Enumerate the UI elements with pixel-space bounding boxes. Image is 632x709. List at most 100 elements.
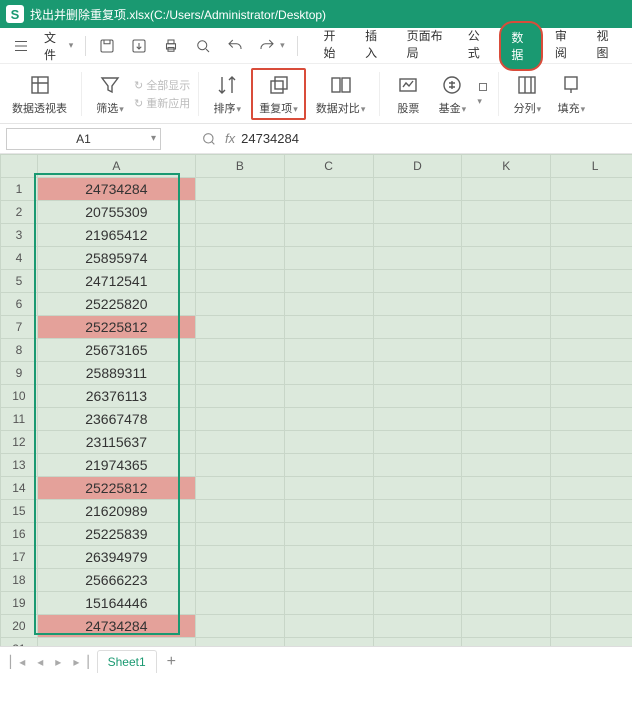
cell[interactable] <box>551 569 632 592</box>
cell[interactable]: 24734284 <box>37 178 195 201</box>
row-header[interactable]: 19 <box>1 592 38 615</box>
cell[interactable] <box>284 316 373 339</box>
cell[interactable]: 26376113 <box>37 385 195 408</box>
cell[interactable] <box>195 362 284 385</box>
cell[interactable]: 25666223 <box>37 569 195 592</box>
cell[interactable] <box>195 178 284 201</box>
cell[interactable] <box>373 339 462 362</box>
cell[interactable] <box>373 523 462 546</box>
cell[interactable] <box>551 362 632 385</box>
cell[interactable] <box>462 201 551 224</box>
cell[interactable] <box>551 247 632 270</box>
row-header[interactable]: 7 <box>1 316 38 339</box>
cell[interactable] <box>462 270 551 293</box>
col-header-L[interactable]: L <box>551 155 632 178</box>
cell[interactable]: 25225812 <box>37 477 195 500</box>
cell[interactable] <box>462 546 551 569</box>
filter-button[interactable]: 筛选▾ <box>90 70 130 118</box>
cell[interactable] <box>551 454 632 477</box>
cell[interactable] <box>284 224 373 247</box>
cell[interactable] <box>551 477 632 500</box>
reapply-button[interactable]: ↻ 重新应用 <box>134 95 190 111</box>
cell[interactable] <box>284 178 373 201</box>
cell[interactable] <box>195 477 284 500</box>
cell[interactable] <box>284 454 373 477</box>
export-icon[interactable] <box>124 33 154 59</box>
cell[interactable]: 25225812 <box>37 316 195 339</box>
undo-icon[interactable] <box>220 33 250 59</box>
tab-layout[interactable]: 页面布局 <box>397 21 456 71</box>
row-header[interactable]: 1 <box>1 178 38 201</box>
cell[interactable]: 21974365 <box>37 454 195 477</box>
hamburger-icon[interactable] <box>6 33 36 59</box>
cell[interactable] <box>462 615 551 638</box>
tab-data[interactable]: 数据 <box>499 21 543 71</box>
cell[interactable] <box>195 431 284 454</box>
cell[interactable] <box>195 454 284 477</box>
stock-button[interactable]: 股票 <box>388 70 428 118</box>
cell[interactable] <box>551 339 632 362</box>
row-header[interactable]: 15 <box>1 500 38 523</box>
row-header[interactable]: 14 <box>1 477 38 500</box>
cell[interactable]: 26394979 <box>37 546 195 569</box>
sheet-nav-last-icon[interactable]: ▸▕ <box>69 655 92 669</box>
add-sheet-button[interactable]: + <box>161 653 182 671</box>
cell[interactable] <box>195 316 284 339</box>
row-header[interactable]: 13 <box>1 454 38 477</box>
row-header[interactable]: 11 <box>1 408 38 431</box>
cell[interactable] <box>284 477 373 500</box>
row-header[interactable]: 12 <box>1 431 38 454</box>
cell[interactable]: 23115637 <box>37 431 195 454</box>
preview-icon[interactable] <box>188 33 218 59</box>
cell[interactable]: 25895974 <box>37 247 195 270</box>
cell[interactable] <box>462 638 551 647</box>
cell[interactable] <box>37 638 195 647</box>
cell[interactable] <box>195 270 284 293</box>
cell[interactable] <box>551 178 632 201</box>
cell[interactable] <box>551 431 632 454</box>
cell[interactable] <box>284 408 373 431</box>
cell[interactable] <box>195 569 284 592</box>
formula-value[interactable]: 24734284 <box>241 131 299 146</box>
cell[interactable] <box>195 339 284 362</box>
col-header-C[interactable]: C <box>284 155 373 178</box>
cell[interactable] <box>195 247 284 270</box>
cell[interactable]: 21965412 <box>37 224 195 247</box>
cell[interactable] <box>551 224 632 247</box>
cell[interactable] <box>551 385 632 408</box>
cell[interactable] <box>551 638 632 647</box>
tab-review[interactable]: 审阅 <box>545 21 585 71</box>
cell[interactable] <box>462 523 551 546</box>
sort-button[interactable]: 排序▾ <box>207 70 247 118</box>
cell[interactable] <box>373 247 462 270</box>
cell[interactable] <box>373 224 462 247</box>
cell[interactable] <box>462 431 551 454</box>
row-header[interactable]: 21 <box>1 638 38 647</box>
cell[interactable] <box>462 247 551 270</box>
text-to-columns-button[interactable]: 分列▾ <box>507 70 547 118</box>
cell[interactable] <box>373 316 462 339</box>
cell[interactable] <box>551 615 632 638</box>
cell[interactable] <box>195 500 284 523</box>
cell[interactable] <box>462 178 551 201</box>
cell[interactable] <box>373 201 462 224</box>
cell[interactable] <box>373 362 462 385</box>
cell[interactable] <box>195 592 284 615</box>
cell[interactable] <box>284 615 373 638</box>
fx-label[interactable]: fx <box>225 131 235 146</box>
duplicates-button[interactable]: 重复项▾ <box>251 68 306 120</box>
select-all-corner[interactable] <box>1 155 38 178</box>
tab-formula[interactable]: 公式 <box>458 21 498 71</box>
refresh-mini-icon[interactable]: ▾ <box>476 80 490 107</box>
cell[interactable] <box>195 385 284 408</box>
sheet-nav-prev-icon[interactable]: ◂ <box>33 655 47 669</box>
row-header[interactable]: 17 <box>1 546 38 569</box>
fund-button[interactable]: 基金▾ <box>432 70 472 118</box>
cell[interactable] <box>195 638 284 647</box>
cell[interactable] <box>284 201 373 224</box>
spreadsheet-grid[interactable]: A B C D K L 1247342842207553093219654124… <box>0 154 632 646</box>
tab-start[interactable]: 开始 <box>314 21 354 71</box>
cell[interactable] <box>462 569 551 592</box>
cell[interactable] <box>373 270 462 293</box>
cell[interactable]: 20755309 <box>37 201 195 224</box>
